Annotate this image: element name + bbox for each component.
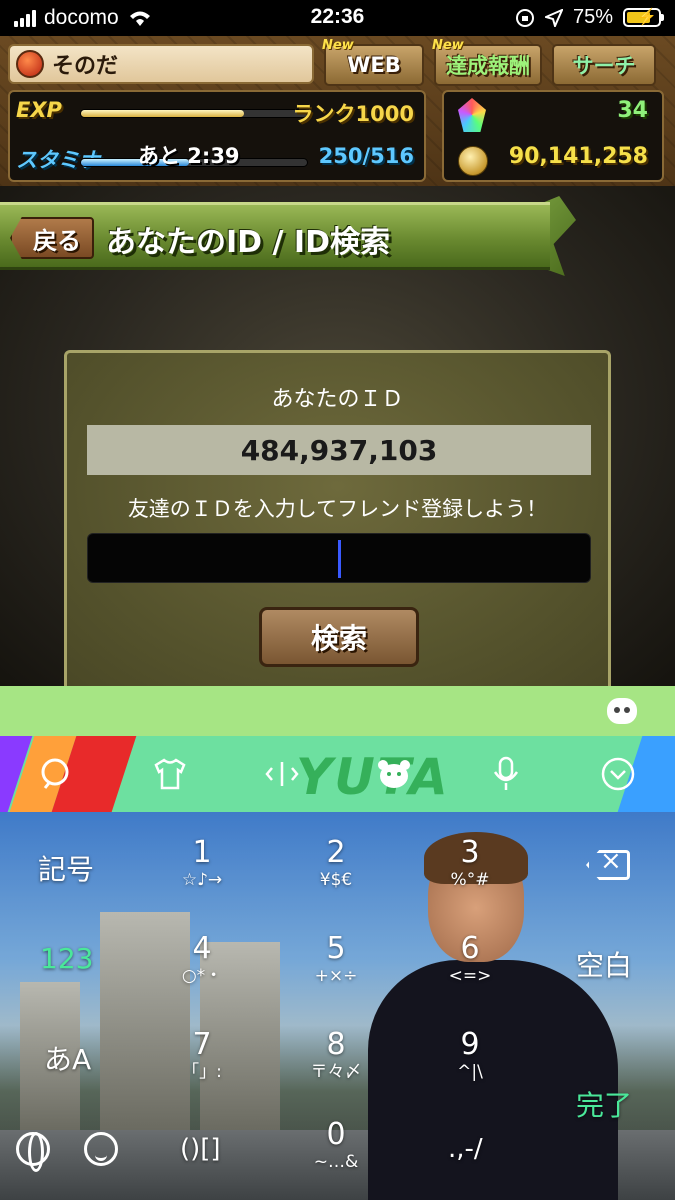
page-title: あなたのID / ID検索 <box>106 225 390 260</box>
exp-label: EXP <box>16 98 62 122</box>
symbols-key[interactable]: 記号 <box>38 848 94 888</box>
id-search-screen: 戻る あなたのID / ID検索 あなたのＩＤ 484,937,103 友達のＩ… <box>0 186 675 686</box>
status-bar: docomo 22:36 75% ⚡ <box>0 0 675 36</box>
key-7[interactable]: 7 「」: <box>142 1028 262 1114</box>
battery-percent: 75% <box>572 6 613 28</box>
location-icon <box>544 8 563 27</box>
kana-switch-key[interactable]: あA <box>44 1038 91 1078</box>
search-menu-label: サーチ <box>572 54 636 78</box>
magic-stone-icon <box>458 98 486 132</box>
player-avatar <box>16 50 44 78</box>
coin-count: 90,141,258 <box>508 144 648 169</box>
back-button[interactable]: 戻る <box>10 217 94 259</box>
keyboard-theme-brand: YUTA <box>296 748 450 806</box>
achievement-rewards-label: 達成報酬 <box>446 54 530 78</box>
key-6[interactable]: 6 <=> <box>410 932 530 1018</box>
brackets-key[interactable]: ()[] <box>180 1134 221 1164</box>
mic-icon[interactable] <box>486 754 526 794</box>
player-stats-panel: EXP ランク1000 スタミナ あと 2:39 250/516 <box>8 90 426 182</box>
web-button-label: WEB <box>347 53 401 77</box>
done-key[interactable]: 完了 <box>576 1084 632 1124</box>
coin-icon <box>458 146 488 176</box>
emoji-icon[interactable] <box>84 1132 118 1166</box>
battery-charging-icon: ⚡ <box>623 8 664 27</box>
friend-id-input[interactable] <box>87 533 591 583</box>
cursor-move-icon[interactable] <box>262 754 302 794</box>
keyboard-keys: 記号 123 あA 1 ☆♪→ 2 ¥$€ 3 %°# 4 ○*・ 5 +×÷ 6 <=> … <box>0 812 675 1200</box>
key-4[interactable]: 4 ○*・ <box>142 932 262 1018</box>
key-3[interactable]: 3 %°# <box>410 836 530 922</box>
key-2[interactable]: 2 ¥$€ <box>276 836 396 922</box>
key-9[interactable]: 9 ^|\ <box>410 1028 530 1114</box>
magic-stone-count: 34 <box>617 98 648 123</box>
tshirt-icon[interactable] <box>150 754 190 794</box>
text-cursor <box>338 540 341 578</box>
exp-progress-bar <box>80 109 308 118</box>
id-panel: あなたのＩＤ 484,937,103 友達のＩＤを入力してフレンド登録しよう！ … <box>64 350 611 686</box>
achievement-rewards-button[interactable]: New 達成報酬 <box>432 38 542 86</box>
rotation-lock-icon <box>515 8 534 27</box>
numbers-key[interactable]: 123 <box>40 942 93 975</box>
your-id-label: あなたのＩＤ <box>271 387 404 412</box>
key-8[interactable]: 8 〒々〆 <box>276 1028 396 1114</box>
new-badge: New <box>432 38 464 53</box>
backspace-x-icon: × <box>600 846 622 876</box>
search-icon[interactable] <box>36 754 76 794</box>
your-id-value: 484,937,103 <box>87 425 591 475</box>
web-button[interactable]: New WEB <box>322 38 424 86</box>
space-key[interactable]: 空白 <box>576 944 632 984</box>
keyboard-toolbar: YUTA <box>0 736 675 812</box>
rank-value: ランク1000 <box>292 102 414 126</box>
search-button[interactable]: 検索 <box>259 607 419 667</box>
search-menu-button[interactable]: サーチ <box>552 44 656 86</box>
player-name-box[interactable]: そのだ <box>8 44 314 84</box>
key-1[interactable]: 1 ☆♪→ <box>142 836 262 922</box>
robot-icon[interactable] <box>607 698 637 724</box>
search-button-label: 検索 <box>310 622 367 655</box>
stamina-timer: あと 2:39 <box>138 144 240 168</box>
stamina-value: 250/516 <box>318 144 414 168</box>
keyboard-suggestion-strip <box>0 686 675 736</box>
game-header: そのだ New WEB New 達成報酬 サーチ EXP ランク1000 スタミ… <box>0 36 675 186</box>
punctuation-key[interactable]: .,-/ <box>448 1134 483 1164</box>
page-title-bar: 戻る あなたのID / ID検索 <box>0 202 550 270</box>
bear-icon[interactable] <box>374 754 414 794</box>
globe-icon[interactable] <box>16 1132 50 1172</box>
key-5[interactable]: 5 +×÷ <box>276 932 396 1018</box>
key-0[interactable]: 0 ~…& <box>276 1118 396 1200</box>
friend-id-prompt: 友達のＩＤを入力してフレンド登録しよう！ <box>127 497 548 521</box>
back-button-label: 戻る <box>33 226 81 255</box>
new-badge: New <box>322 38 354 53</box>
currency-panel: 34 90,141,258 <box>442 90 664 182</box>
player-name: そのだ <box>52 54 119 79</box>
collapse-keyboard-icon[interactable] <box>598 754 638 794</box>
